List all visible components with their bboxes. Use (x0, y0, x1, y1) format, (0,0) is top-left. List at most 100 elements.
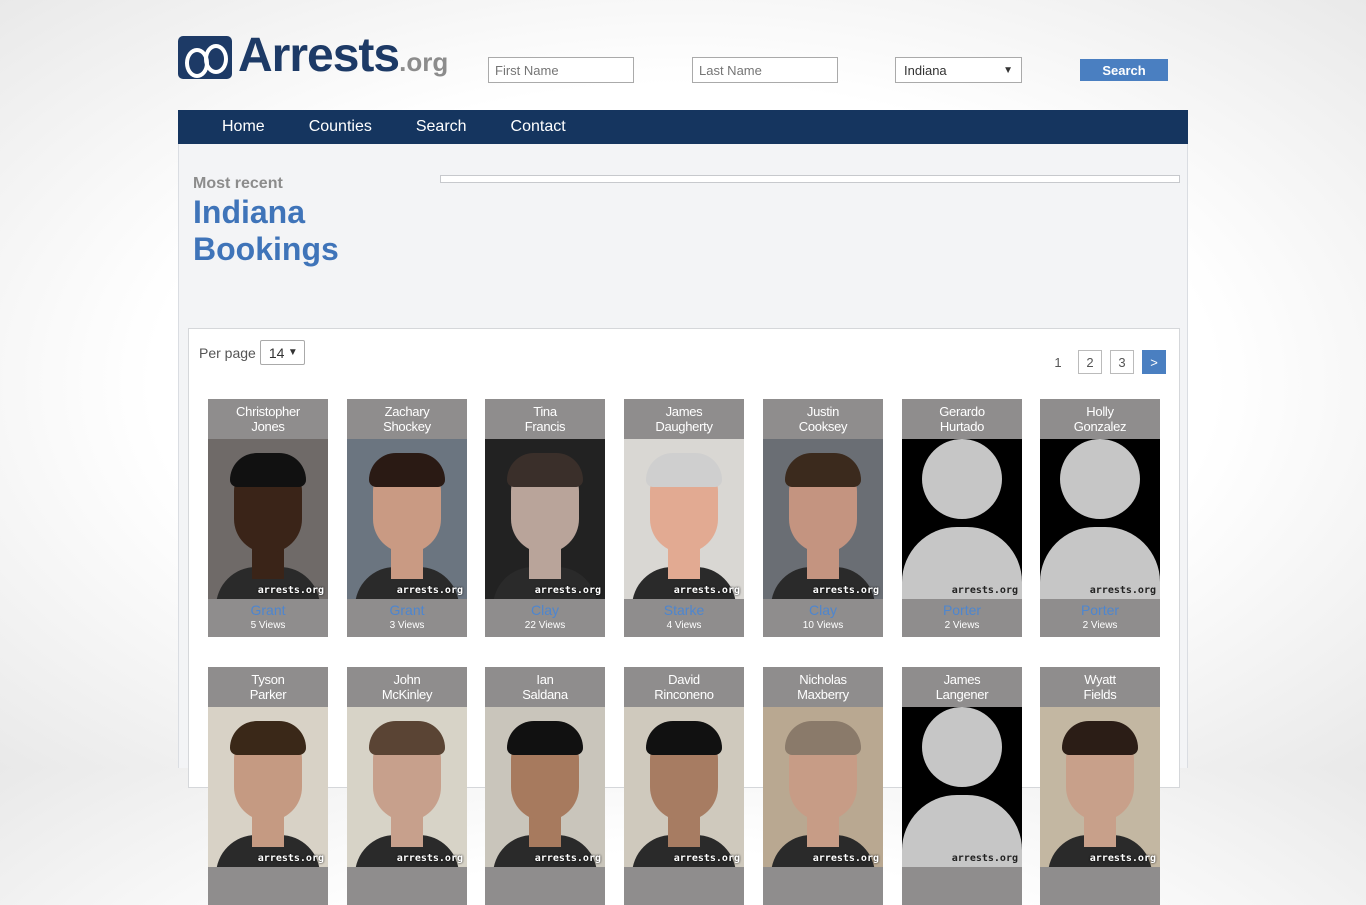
booking-card[interactable]: Gerardo Hurtado arrests.org Porter 2 Views (902, 399, 1022, 637)
mugshot-photo[interactable]: arrests.org (485, 707, 605, 867)
no-photo-placeholder[interactable]: arrests.org (902, 439, 1022, 599)
watermark-label: arrests.org (534, 585, 601, 596)
booking-last-name: Hurtado (939, 419, 985, 434)
mugshot-hair (230, 453, 306, 487)
booking-county-link[interactable]: Clay (763, 602, 883, 618)
watermark-label: arrests.org (1089, 585, 1156, 596)
bookings-panel: Per page 14 ▼ 1 2 3 > Christopher Jones ar… (188, 328, 1180, 905)
booking-card[interactable]: James Langener arrests.org (902, 667, 1022, 905)
mugshot-photo[interactable]: arrests.org (624, 439, 744, 599)
booking-name[interactable]: Ian Saldana (485, 667, 605, 707)
no-photo-placeholder[interactable]: arrests.org (902, 707, 1022, 867)
booking-card[interactable]: David Rinconeno arrests.org (624, 667, 744, 905)
booking-name[interactable]: Nicholas Maxberry (763, 667, 883, 707)
page-title-line2: Bookings (193, 231, 339, 267)
booking-name[interactable]: Tina Francis (485, 399, 605, 439)
booking-card[interactable]: Justin Cooksey arrests.org Clay 10 Views (763, 399, 883, 637)
booking-name[interactable]: John McKinley (347, 667, 467, 707)
pagination: 1 2 3 > (1038, 350, 1166, 374)
page-title: Indiana Bookings (193, 194, 393, 268)
page-subtitle: Most recent (193, 175, 283, 192)
mugshot-photo[interactable]: arrests.org (208, 439, 328, 599)
booking-first-name: Gerardo (939, 404, 985, 419)
booking-last-name: Francis (524, 419, 566, 434)
mugshot-hair (785, 453, 861, 487)
page-2[interactable]: 2 (1078, 350, 1102, 374)
booking-county-link[interactable]: Starke (624, 602, 744, 618)
mugshot-hair (785, 721, 861, 755)
mugshot-photo[interactable]: arrests.org (763, 707, 883, 867)
booking-name[interactable]: David Rinconeno (624, 667, 744, 707)
first-name-input[interactable] (488, 57, 634, 83)
booking-last-name: Maxberry (797, 687, 849, 702)
handcuffs-icon (178, 36, 232, 79)
nav-home[interactable]: Home (222, 118, 265, 136)
site-logo[interactable]: Arrests.org (178, 29, 468, 82)
booking-first-name: David (668, 672, 700, 687)
search-button[interactable]: Search (1080, 59, 1168, 81)
per-page-select[interactable]: 14 ▼ (259, 340, 305, 365)
booking-last-name: Fields (1083, 687, 1117, 702)
booking-name[interactable]: James Langener (902, 667, 1022, 707)
no-photo-placeholder[interactable]: arrests.org (1040, 439, 1160, 599)
booking-county-link[interactable]: Porter (902, 602, 1022, 618)
watermark-label: arrests.org (812, 585, 879, 596)
page-3[interactable]: 3 (1110, 350, 1134, 374)
mugshot-hair (507, 721, 583, 755)
booking-first-name: Nicholas (799, 672, 847, 687)
mugshot-photo[interactable]: arrests.org (763, 439, 883, 599)
watermark-label: arrests.org (257, 585, 324, 596)
booking-name[interactable]: Tyson Parker (208, 667, 328, 707)
next-page-button[interactable]: > (1142, 350, 1166, 374)
watermark-label: arrests.org (951, 585, 1018, 596)
booking-county-link[interactable]: Clay (485, 602, 605, 618)
booking-name[interactable]: Christopher Jones (208, 399, 328, 439)
mugshot-photo[interactable]: arrests.org (347, 439, 467, 599)
booking-card[interactable]: Nicholas Maxberry arrests.org (763, 667, 883, 905)
mugshot-photo[interactable]: arrests.org (1040, 707, 1160, 867)
booking-card[interactable]: Wyatt Fields arrests.org (1040, 667, 1160, 905)
booking-last-name: Shockey (383, 419, 431, 434)
booking-card[interactable]: Tina Francis arrests.org Clay 22 Views (485, 399, 605, 637)
booking-card[interactable]: James Daugherty arrests.org Starke 4 Views (624, 399, 744, 637)
mugshot-hair (230, 721, 306, 755)
watermark-label: arrests.org (534, 853, 601, 864)
booking-name[interactable]: Zachary Shockey (347, 399, 467, 439)
mugshot-photo[interactable]: arrests.org (485, 439, 605, 599)
booking-card[interactable]: John McKinley arrests.org (347, 667, 467, 905)
booking-first-name: Wyatt (1084, 672, 1116, 687)
booking-first-name: Tyson (251, 672, 285, 687)
state-select[interactable]: Indiana ▼ (895, 57, 1022, 83)
watermark-label: arrests.org (673, 585, 740, 596)
mugshot-photo[interactable]: arrests.org (347, 707, 467, 867)
nav-search[interactable]: Search (416, 118, 467, 136)
booking-name[interactable]: Gerardo Hurtado (902, 399, 1022, 439)
avatar-head-icon (922, 439, 1002, 519)
mugshot-photo[interactable]: arrests.org (624, 707, 744, 867)
booking-first-name: Ian (536, 672, 554, 687)
nav-contact[interactable]: Contact (511, 118, 566, 136)
booking-name[interactable]: Holly Gonzalez (1040, 399, 1160, 439)
mugshot-hair (646, 453, 722, 487)
booking-card[interactable]: Holly Gonzalez arrests.org Porter 2 Views (1040, 399, 1160, 637)
per-page-control: Per page 14 ▼ (199, 340, 305, 365)
booking-first-name: James (943, 672, 981, 687)
booking-card[interactable]: Ian Saldana arrests.org (485, 667, 605, 905)
booking-county-link[interactable]: Porter (1040, 602, 1160, 618)
last-name-input[interactable] (692, 57, 838, 83)
booking-card[interactable]: Zachary Shockey arrests.org Grant 3 Views (347, 399, 467, 637)
watermark-label: arrests.org (1089, 853, 1156, 864)
mugshot-photo[interactable]: arrests.org (208, 707, 328, 867)
booking-name[interactable]: Wyatt Fields (1040, 667, 1160, 707)
chevron-down-icon: ▼ (287, 347, 298, 358)
booking-name[interactable]: Justin Cooksey (763, 399, 883, 439)
nav-counties[interactable]: Counties (309, 118, 372, 136)
booking-name[interactable]: James Daugherty (624, 399, 744, 439)
booking-card[interactable]: Christopher Jones arrests.org Grant 5 Views (208, 399, 328, 637)
booking-last-name: Daugherty (655, 419, 713, 434)
booking-county-link[interactable]: Grant (347, 602, 467, 618)
logo-text: Arrests (238, 29, 400, 82)
booking-card[interactable]: Tyson Parker arrests.org (208, 667, 328, 905)
booking-first-name: John (393, 672, 421, 687)
booking-county-link[interactable]: Grant (208, 602, 328, 618)
